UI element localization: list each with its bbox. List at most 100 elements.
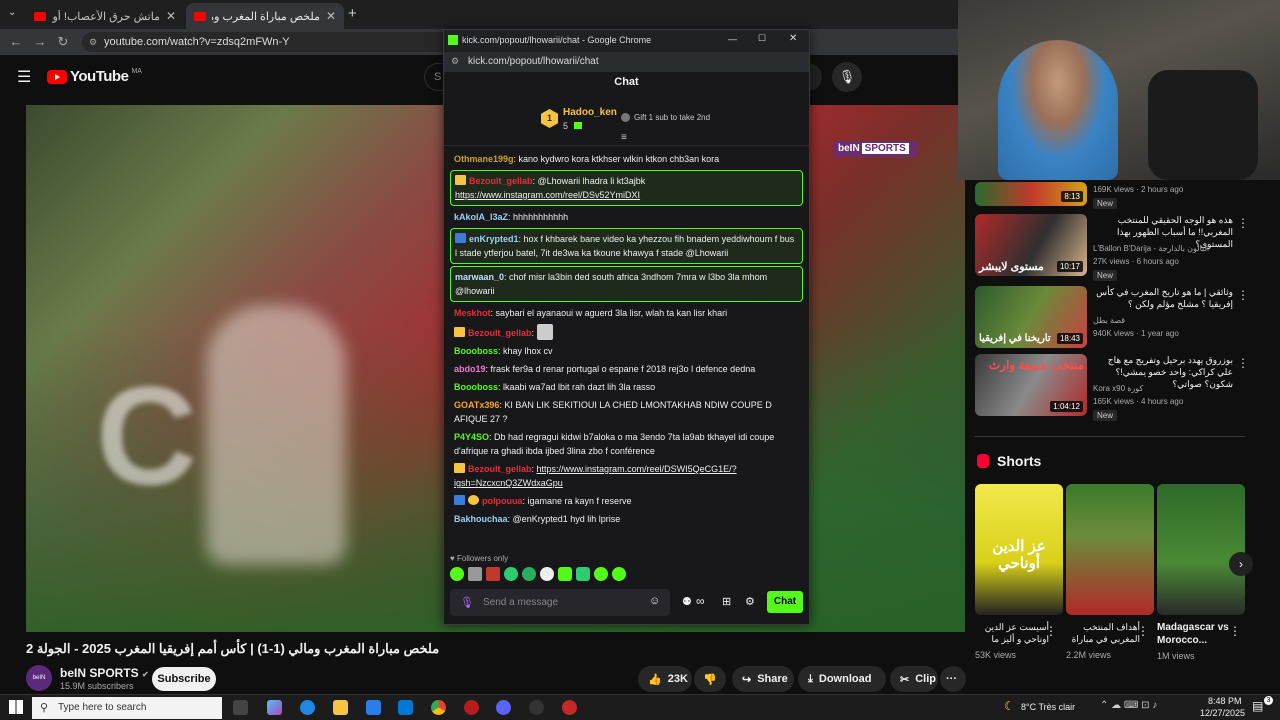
users-icon[interactable]: ⚉ — [682, 595, 692, 608]
channel-name[interactable]: beIN SPORTS ✔ — [60, 666, 149, 680]
chat-username[interactable]: enKrypted1 — [469, 234, 519, 244]
video-thumbnail[interactable]: منتخب شوهة وارث 1:04:12 — [975, 354, 1087, 416]
chat-username[interactable]: GOATx396 — [454, 400, 499, 410]
emoji-icon[interactable]: ☺ — [649, 595, 660, 607]
menu-icon[interactable]: ☰ — [17, 67, 31, 87]
minimize-button[interactable]: — — [728, 34, 737, 44]
reload-icon[interactable]: ↻ — [55, 34, 71, 50]
emote[interactable] — [504, 567, 518, 581]
site-info-icon[interactable]: ⚙ — [451, 56, 459, 67]
copilot-icon[interactable] — [267, 700, 282, 715]
short-title[interactable]: أهداف المنتخب المغربي في مباراة — [1066, 621, 1140, 645]
short-thumbnail[interactable] — [1066, 484, 1154, 615]
chat-username[interactable]: Bakhouchaa — [454, 514, 508, 524]
weather-icon[interactable]: ☾ — [1004, 699, 1015, 713]
discord-icon[interactable] — [496, 700, 511, 715]
channel-name[interactable]: قصة بطل — [1093, 316, 1125, 325]
tab-active[interactable]: ملخص مباراة المغرب ومالي (1-1) ✕ — [186, 3, 344, 29]
gift-icon[interactable]: ⊞ — [722, 595, 731, 608]
address-bar[interactable]: ⚙ youtube.com/watch?v=zdsq2mFWn-Y — [82, 32, 462, 52]
emote[interactable] — [558, 567, 572, 581]
tab-close-icon[interactable]: ✕ — [166, 9, 176, 23]
tab-inactive[interactable]: ماتش حرق الأعصاب! أول مرة مع ✕ — [26, 3, 184, 29]
more-actions-button[interactable]: ··· — [940, 666, 966, 692]
expand-chevron-icon[interactable]: ≡ — [621, 132, 627, 143]
more-vert-icon[interactable]: ⋮ — [1237, 288, 1249, 302]
chat-username[interactable]: polpouua — [482, 496, 523, 506]
emote[interactable] — [486, 567, 500, 581]
app-icon[interactable] — [562, 700, 577, 715]
chat-username[interactable]: P4Y4SO — [454, 432, 489, 442]
chrome-icon[interactable] — [431, 700, 446, 715]
store-icon[interactable] — [366, 700, 381, 715]
system-tray-icon[interactable]: ⌃ ☁ ⌨ ⊡ ♪ — [1100, 700, 1157, 711]
clip-button[interactable]: ✂ Clip — [890, 666, 938, 692]
settings-gear-icon[interactable]: ⚙ — [745, 595, 755, 608]
popup-address-bar[interactable]: ⚙ kick.com/popout/lhowarii/chat — [444, 52, 809, 72]
voice-search-button[interactable]: 🎙 — [832, 62, 862, 92]
weather-text[interactable]: 8°C Très clair — [1021, 702, 1075, 712]
chat-username[interactable]: Boooboss — [454, 382, 498, 392]
chat-username[interactable]: Bezoult_gellab — [468, 464, 532, 474]
short-thumbnail[interactable]: عز الدين أوناحي — [975, 484, 1063, 615]
channel-avatar[interactable]: beIN — [26, 665, 52, 691]
recommended-video[interactable]: 8:13 169K views · 2 hours ago New — [975, 182, 1245, 209]
microphone-icon[interactable]: 🎙 — [460, 596, 474, 609]
more-vert-icon[interactable]: ⋮ — [1045, 624, 1057, 638]
youtube-logo[interactable]: YouTube MA — [47, 68, 142, 85]
emote[interactable] — [594, 567, 608, 581]
share-button[interactable]: ↪ Share — [732, 666, 794, 692]
chat-username[interactable]: abdo19 — [454, 364, 486, 374]
explorer-icon[interactable] — [333, 700, 348, 715]
like-button[interactable]: 👍 23K — [638, 666, 692, 692]
edge-icon[interactable] — [300, 700, 315, 715]
chat-input[interactable]: Send a message — [450, 589, 670, 616]
channel-name[interactable]: Kora x90 كورة — [1093, 384, 1143, 393]
app-icon[interactable] — [398, 700, 413, 715]
forward-arrow-icon[interactable]: → — [32, 34, 48, 50]
app-icon[interactable] — [529, 700, 544, 715]
back-arrow-icon[interactable]: ← — [8, 34, 24, 50]
video-thumbnail[interactable]: تاريخنا في إفريقيا 18:43 — [975, 286, 1087, 348]
recommended-video[interactable]: منتخب شوهة وارث 1:04:12 بوزروق يهدد برحي… — [975, 354, 1249, 421]
emote[interactable] — [540, 567, 554, 581]
chat-link[interactable]: https://www.instagram.com/reel/DSv52YmiD… — [455, 190, 640, 200]
video-thumbnail[interactable]: 8:13 — [975, 182, 1087, 206]
short-title[interactable]: أسيست عز الدين اوناحي و أليز ما — [975, 621, 1049, 645]
shorts-next-button[interactable]: › — [1229, 552, 1253, 576]
chat-username[interactable]: Boooboss — [454, 346, 498, 356]
clock-date[interactable]: 12/27/2025 — [1200, 708, 1245, 718]
close-button[interactable]: ✕ — [789, 33, 797, 44]
send-chat-button[interactable]: Chat — [767, 591, 803, 613]
chat-username[interactable]: Meskhot — [454, 308, 491, 318]
short-title[interactable]: Madagascar vs Morocco... — [1157, 621, 1231, 647]
more-vert-icon[interactable]: ⋮ — [1137, 624, 1149, 638]
chat-username[interactable]: Bezoult_gellab — [468, 328, 532, 338]
more-vert-icon[interactable]: ⋮ — [1237, 356, 1249, 370]
clock-time[interactable]: 8:48 PM — [1208, 696, 1242, 706]
recommended-video[interactable]: مستوى لايبشر 10:17 هذه هو الوجه الحقيقي … — [975, 214, 1249, 281]
taskbar-search-input[interactable]: Type here to search — [32, 697, 222, 719]
download-button[interactable]: ⤓ Download — [798, 666, 886, 692]
chat-username[interactable]: marwaan_0 — [455, 272, 504, 282]
leaderboard-user[interactable]: Hadoo_ken — [563, 107, 617, 118]
windows-start-icon[interactable] — [9, 700, 23, 714]
chat-username[interactable]: Bezoult_gellab — [469, 176, 533, 186]
search-button[interactable] — [808, 63, 822, 91]
notification-icon[interactable]: ▤ — [1252, 699, 1263, 713]
emote[interactable] — [450, 567, 464, 581]
video-title[interactable]: وثائقي | ما هو تاريخ المغرب في كأس إفريق… — [1093, 286, 1233, 310]
emote[interactable] — [522, 567, 536, 581]
emote[interactable] — [612, 567, 626, 581]
emote[interactable] — [576, 567, 590, 581]
site-info-icon[interactable]: ⚙ — [89, 32, 97, 52]
emote[interactable] — [468, 567, 482, 581]
chat-username[interactable]: kAkolA_l3aZ — [454, 212, 508, 222]
app-icon[interactable] — [464, 700, 479, 715]
more-vert-icon[interactable]: ⋮ — [1237, 216, 1249, 230]
gift-sub-button[interactable]: Gift 1 sub to take 2nd — [621, 113, 710, 122]
more-vert-icon[interactable]: ⋮ — [1229, 624, 1241, 638]
video-thumbnail[interactable]: مستوى لايبشر 10:17 — [975, 214, 1087, 276]
infinity-icon[interactable]: ∞ — [696, 594, 705, 608]
channel-name[interactable]: L'Ballon B'Darija - البالون بالدارجة — [1093, 244, 1209, 253]
